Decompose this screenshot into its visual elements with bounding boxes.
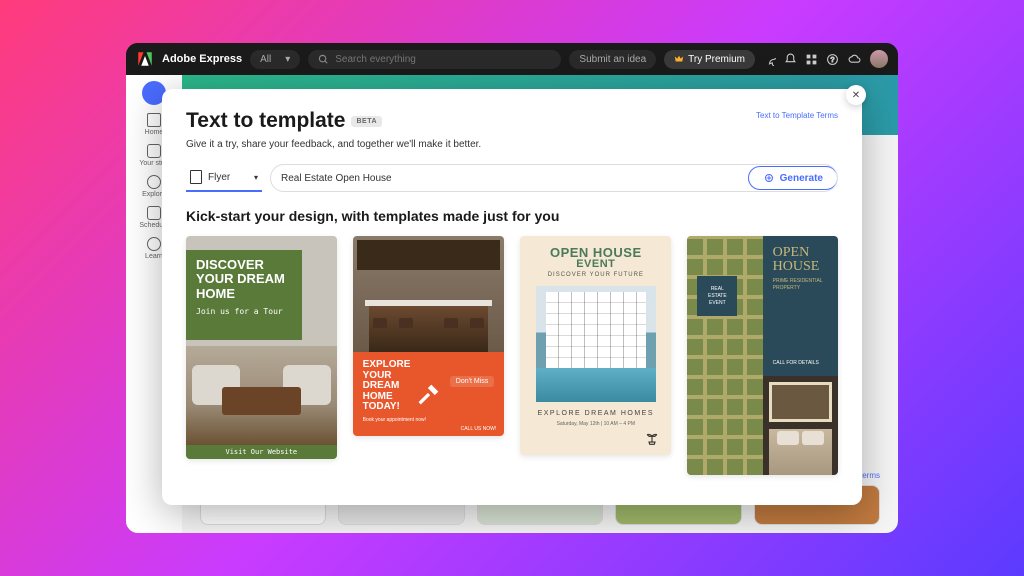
call-details: CALL FOR DETAILS	[773, 360, 828, 366]
search-bar[interactable]	[308, 50, 561, 69]
adobe-logo-icon	[136, 50, 154, 68]
template-sub: DISCOVER YOUR FUTURE	[530, 272, 661, 278]
kitchen-photo	[353, 236, 505, 352]
close-button[interactable]: ✕	[846, 85, 866, 105]
text-to-template-modal: ✕ Text to template BETA Text to Template…	[162, 89, 862, 505]
template-event: EVENT	[530, 259, 661, 270]
template-tag: EXPLORE DREAM HOMES	[530, 410, 661, 417]
event-badge: REAL ESTATE EVENT	[697, 276, 737, 316]
flyer-icon	[190, 170, 202, 184]
help-icon[interactable]: ?	[826, 53, 839, 66]
template-sub: Join us for a Tour	[196, 307, 292, 316]
generate-label: Generate	[780, 173, 823, 184]
try-premium-button[interactable]: Try Premium	[664, 50, 755, 69]
app-window: Adobe Express All ▾ Submit an idea Try P…	[126, 43, 898, 533]
chevron-down-icon: ▾	[254, 173, 258, 182]
input-row: Flyer ▾ Generate	[186, 164, 838, 192]
headline-block: EXPLORE YOUR DREAM HOME TODAY! Book your…	[353, 352, 505, 436]
template-type-select[interactable]: Flyer ▾	[186, 164, 262, 192]
template-card[interactable]: OPEN HOUSE EVENT DISCOVER YOUR FUTURE EX…	[520, 236, 671, 455]
chat-icon[interactable]	[763, 53, 776, 66]
top-icons: ?	[763, 50, 888, 68]
app-name: Adobe Express	[162, 53, 242, 65]
dropdown-label: All	[260, 54, 271, 65]
template-card[interactable]: DISCOVER YOUR DREAM HOME Join us for a T…	[186, 236, 337, 459]
cloud-icon[interactable]	[847, 53, 862, 66]
template-footer: Visit Our Website	[186, 445, 337, 459]
right-panel: OPEN HOUSE PRIME RESIDENTIAL PROPERTY CA…	[763, 236, 838, 475]
chevron-down-icon: ▾	[285, 54, 290, 65]
template-sub: PRIME RESIDENTIAL PROPERTY	[773, 278, 828, 291]
bell-icon[interactable]	[784, 53, 797, 66]
template-card[interactable]: REAL ESTATE EVENT OPEN HOUSE PRIME RESID…	[687, 236, 838, 475]
template-card[interactable]: EXPLORE YOUR DREAM HOME TODAY! Book your…	[353, 236, 505, 436]
template-headline: OPEN HOUSE	[773, 246, 828, 274]
pattern-panel: REAL ESTATE EVENT	[687, 236, 762, 475]
topbar: Adobe Express All ▾ Submit an idea Try P…	[126, 43, 898, 75]
house-photo	[536, 286, 656, 402]
bedroom-photo	[763, 376, 838, 475]
close-icon: ✕	[852, 90, 860, 101]
headline-block: DISCOVER YOUR DREAM HOME Join us for a T…	[186, 250, 302, 340]
template-book: Book your appointment now!	[363, 417, 495, 423]
headline-block: OPEN HOUSE PRIME RESIDENTIAL PROPERTY CA…	[763, 236, 838, 376]
modal-header: Text to template BETA Text to Template T…	[186, 109, 838, 133]
templates-row: DISCOVER YOUR DREAM HOME Join us for a T…	[186, 236, 838, 475]
svg-text:?: ?	[831, 57, 835, 64]
generate-button[interactable]: Generate	[748, 166, 838, 190]
prompt-field-wrap: Generate	[270, 164, 838, 192]
type-label: Flyer	[208, 172, 230, 183]
results-title: Kick-start your design, with templates m…	[186, 208, 838, 224]
sparkle-icon	[763, 172, 775, 184]
apps-icon[interactable]	[805, 53, 818, 66]
dont-miss-badge: Don't Miss	[450, 376, 494, 387]
modal-subtitle: Give it a try, share your feedback, and …	[186, 139, 838, 150]
room-photo	[186, 346, 337, 445]
call-now: CALL US NOW!	[461, 426, 497, 432]
template-headline: DISCOVER YOUR DREAM HOME	[196, 258, 292, 301]
search-icon	[318, 54, 329, 65]
avatar[interactable]	[870, 50, 888, 68]
try-premium-label: Try Premium	[688, 54, 745, 65]
category-dropdown[interactable]: All ▾	[250, 50, 300, 69]
modal-backdrop: ✕ Text to template BETA Text to Template…	[126, 75, 898, 533]
plant-icon	[643, 427, 661, 445]
crown-icon	[674, 54, 684, 64]
prompt-input[interactable]	[281, 173, 749, 184]
search-input[interactable]	[335, 54, 551, 65]
submit-idea-button[interactable]: Submit an idea	[569, 50, 656, 69]
terms-link[interactable]: Text to Template Terms	[756, 111, 838, 120]
beta-badge: BETA	[351, 116, 382, 127]
modal-title: Text to template BETA	[186, 109, 382, 133]
hammer-icon	[415, 380, 443, 408]
template-date: Saturday, May 12th | 10 AM – 4 PM	[530, 421, 661, 427]
